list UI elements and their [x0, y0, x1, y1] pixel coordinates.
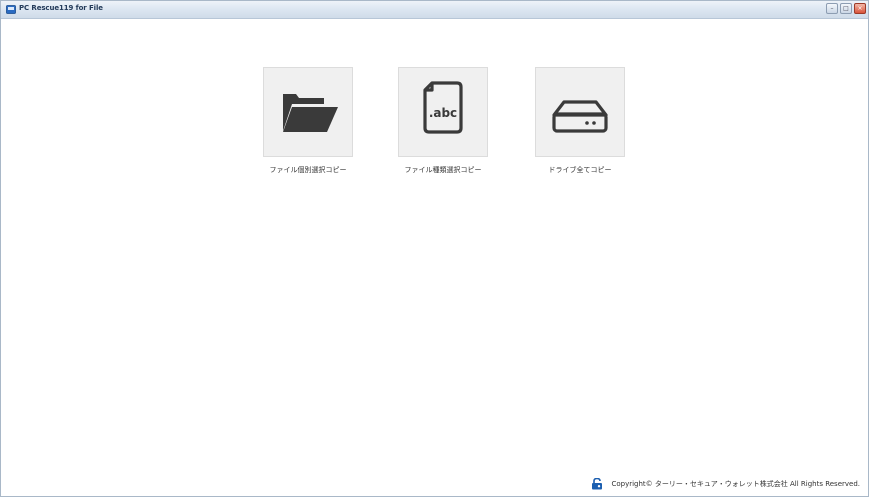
- file-type-copy-button[interactable]: .abc: [398, 67, 488, 157]
- maximize-icon[interactable]: □: [840, 3, 852, 14]
- title-bar[interactable]: PC Rescue119 for File – □ ×: [1, 1, 868, 19]
- copyright-text: Copyright© ターリー・セキュア・ウォレット株式会社 All Right…: [611, 480, 860, 488]
- app-icon: [6, 5, 16, 14]
- close-icon[interactable]: ×: [854, 3, 866, 14]
- file-individual-copy-button[interactable]: [263, 67, 353, 157]
- drive-full-copy-label: ドライブ全てコピー: [548, 166, 612, 174]
- drive-full-copy-button[interactable]: [535, 67, 625, 157]
- file-type-icon-label: .abc: [428, 106, 458, 120]
- app-window: PC Rescue119 for File – □ × ファイル個別選択コピー …: [0, 0, 869, 497]
- folder-open-icon: [283, 94, 338, 132]
- file-type-copy-label: ファイル種類選択コピー: [404, 166, 482, 174]
- minimize-icon[interactable]: –: [826, 3, 838, 14]
- company-logo-icon: [592, 478, 603, 490]
- drive-icon: [552, 100, 608, 133]
- window-title: PC Rescue119 for File: [19, 4, 103, 12]
- window-controls: – □ ×: [826, 3, 866, 14]
- footer: Copyright© ターリー・セキュア・ウォレット株式会社 All Right…: [591, 477, 860, 491]
- file-individual-copy-label: ファイル個別選択コピー: [269, 166, 347, 174]
